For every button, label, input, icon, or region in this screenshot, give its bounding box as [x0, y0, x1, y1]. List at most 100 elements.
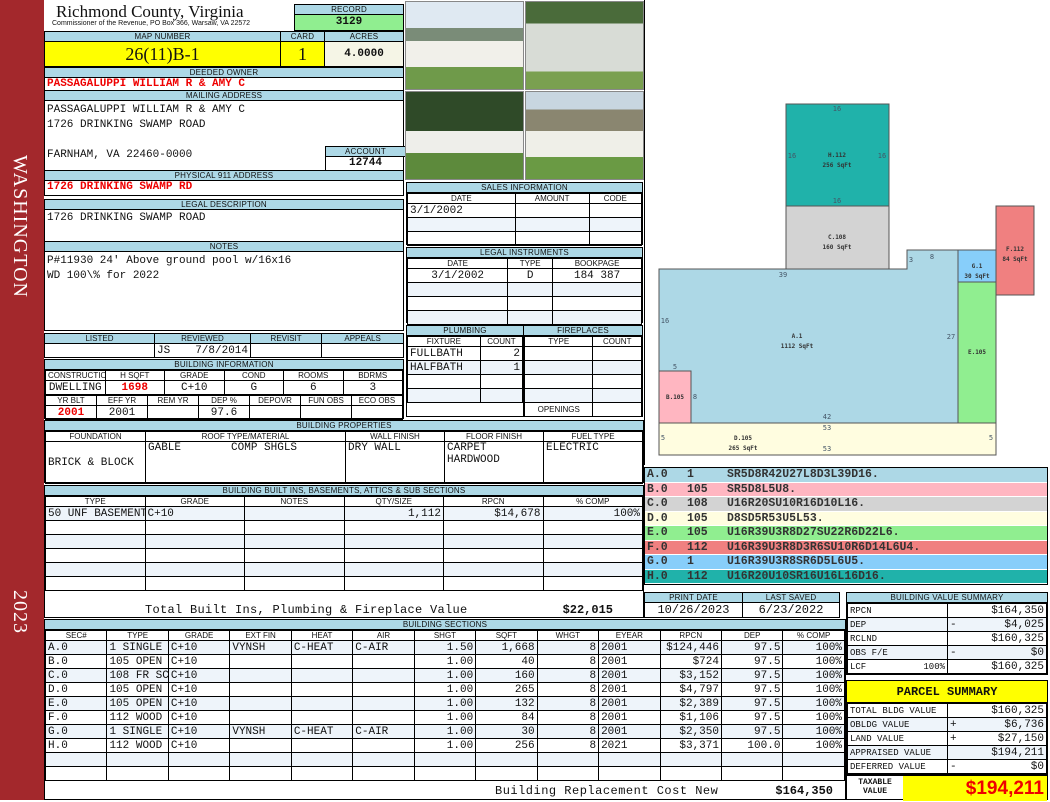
table-cell: D.0 — [44, 682, 108, 697]
last-saved-label: LAST SAVED — [743, 593, 839, 603]
table-cell: C+10 — [144, 506, 245, 521]
value-label: RPCN — [847, 603, 948, 618]
table-cell: $3,152 — [659, 668, 722, 683]
property-photo-front[interactable] — [405, 1, 524, 90]
table-cell — [300, 405, 352, 420]
legal-label: LEGAL DESCRIPTION — [45, 200, 403, 210]
table-cell: C-HEAT — [290, 640, 354, 655]
table-cell: C+10 — [164, 380, 225, 395]
legal-value: 1726 DRINKING SWAMP ROAD — [47, 212, 206, 224]
value-row: $164,350 — [947, 603, 1047, 618]
empty-row — [407, 374, 524, 389]
listed-header: LISTED — [44, 333, 155, 344]
amount: $27,150 — [997, 732, 1044, 745]
physical-label: PHYSICAL 911 ADDRESS — [45, 171, 403, 181]
table-cell: 2001 — [598, 724, 661, 739]
physical-address-value: 1726 DRINKING SWAMP RD — [47, 181, 193, 193]
table-cell: 40 — [475, 654, 538, 669]
parcel-summary: PARCEL SUMMARY TOTAL BLDG VALUE $160,325 O… — [846, 680, 1048, 801]
floor-finish-1: CARPET — [447, 442, 487, 455]
empty-row — [45, 576, 643, 591]
dim: 3 — [909, 256, 913, 264]
column-header: REM YR — [147, 395, 199, 406]
table-cell: C+10 — [167, 640, 231, 655]
label: DEP — [850, 619, 867, 630]
taxable-label-2: VALUE — [862, 787, 887, 796]
table-cell: 2001 — [598, 710, 661, 725]
table-cell — [229, 654, 292, 669]
parcel-row: TOTAL BLDG VALUE $160,325 — [847, 703, 1047, 718]
dim: 8 — [693, 393, 697, 401]
notes-line1: P#11930 24' Above ground pool w/16x16 — [47, 255, 292, 267]
record-box: RECORD 3129 — [294, 4, 404, 31]
table-cell: E.0 — [44, 696, 108, 711]
deeded-owner-label: DEEDED OWNER — [45, 68, 403, 78]
parcel-value: + $6,736 — [947, 717, 1047, 732]
empty-row — [406, 282, 642, 297]
property-photo-garage[interactable] — [525, 1, 644, 90]
revisit-header: REVISIT — [249, 333, 323, 344]
sketch-label-d: D.105 — [734, 435, 752, 442]
fuel-type: ELECTRIC — [543, 441, 643, 484]
review-table: LISTED REVIEWED REVISIT APPEALS JS 7/8/2014 — [44, 333, 404, 358]
table-cell: DWELLING — [45, 380, 106, 395]
column-header: GRADE — [167, 630, 231, 641]
table-cell — [290, 710, 354, 725]
vector-code-cell: SR5D8L5U8. — [727, 482, 797, 496]
physical-address: PHYSICAL 911 ADDRESS 1726 DRINKING SWAMP… — [44, 170, 404, 196]
table-cell: C+10 — [167, 654, 231, 669]
reviewed-header: REVIEWED — [154, 333, 251, 344]
foundation-value: BRICK & BLOCK — [45, 441, 146, 484]
empty-row — [407, 231, 643, 246]
record-number: 3129 — [295, 15, 403, 30]
empty-row — [45, 534, 643, 549]
vector-code-cell: 1 — [687, 555, 694, 568]
property-photo-pool[interactable] — [405, 91, 524, 180]
roof-type: GABLE — [148, 442, 182, 455]
table-cell: C+10 — [167, 668, 231, 683]
column-header: COUNT — [479, 336, 524, 347]
legal-instruments: LEGAL INSTRUMENTS DATE TYPE BOOKPAGE 3/1/20… — [406, 247, 643, 325]
vector-code-row: G.0 1 U16R39U3R8SR6D5L6U5. — [645, 555, 1047, 570]
properties-label: BUILDING PROPERTIES — [45, 421, 643, 431]
table-cell: H.0 — [44, 738, 108, 753]
table-cell — [229, 710, 292, 725]
value-summary-label: BUILDING VALUE SUMMARY — [847, 593, 1047, 603]
table-row: 50 UNF BASEMENT C+10 1,112 $14,678 100% — [45, 506, 643, 521]
parcel-row: OBLDG VALUE + $6,736 — [847, 717, 1047, 732]
amount: $4,025 — [1004, 618, 1044, 631]
table-row: DATE AMOUNT CODE — [407, 193, 643, 204]
table-cell: 2 — [479, 346, 524, 361]
table-cell: 8 — [536, 640, 600, 655]
dates-box: PRINT DATE 10/26/2023 LAST SAVED 6/23/2022 — [644, 592, 840, 618]
value-row: - $4,025 — [947, 617, 1047, 632]
table-row: DWELLING 1698 C+10 G 6 3 — [45, 380, 403, 395]
dim: 16 — [661, 317, 669, 325]
table-cell: 160 — [475, 668, 538, 683]
vector-code-cell: 112 — [687, 569, 708, 583]
column-header: NOTES — [244, 496, 345, 507]
column-header: DATE — [406, 258, 509, 269]
district-sidebar: WASHINGTON 2023 — [0, 0, 44, 800]
building-sketch[interactable]: H.112 256 SqFt C.108 160 SqFt A.1 1112 SqFt… — [644, 0, 1050, 465]
sign: - — [950, 618, 957, 631]
amount: $194,211 — [991, 746, 1044, 759]
parcel-label: APPRAISED VALUE — [847, 745, 948, 760]
fuel-header: FUEL TYPE — [543, 431, 643, 442]
sketch-label-f: F.112 — [1006, 246, 1024, 253]
sign: + — [950, 718, 957, 731]
county-title: Richmond County, Virginia — [56, 2, 244, 21]
vector-code-cell: A.0 — [647, 468, 668, 481]
column-header: GRADE — [144, 496, 245, 507]
table-cell — [229, 738, 292, 753]
table-cell: B.0 — [44, 654, 108, 669]
property-photo-side[interactable] — [525, 91, 644, 180]
table-cell: 132 — [475, 696, 538, 711]
table-cell: C+10 — [167, 724, 231, 739]
deeded-owner: DEEDED OWNER PASSAGALUPPI WILLIAM R & AM… — [44, 67, 404, 91]
table-cell: 1.00 — [413, 668, 477, 683]
table-cell: C+10 — [167, 710, 231, 725]
sign: - — [950, 760, 957, 773]
table-cell: 97.5 — [720, 668, 784, 683]
vector-code-cell: C.0 — [647, 497, 668, 510]
